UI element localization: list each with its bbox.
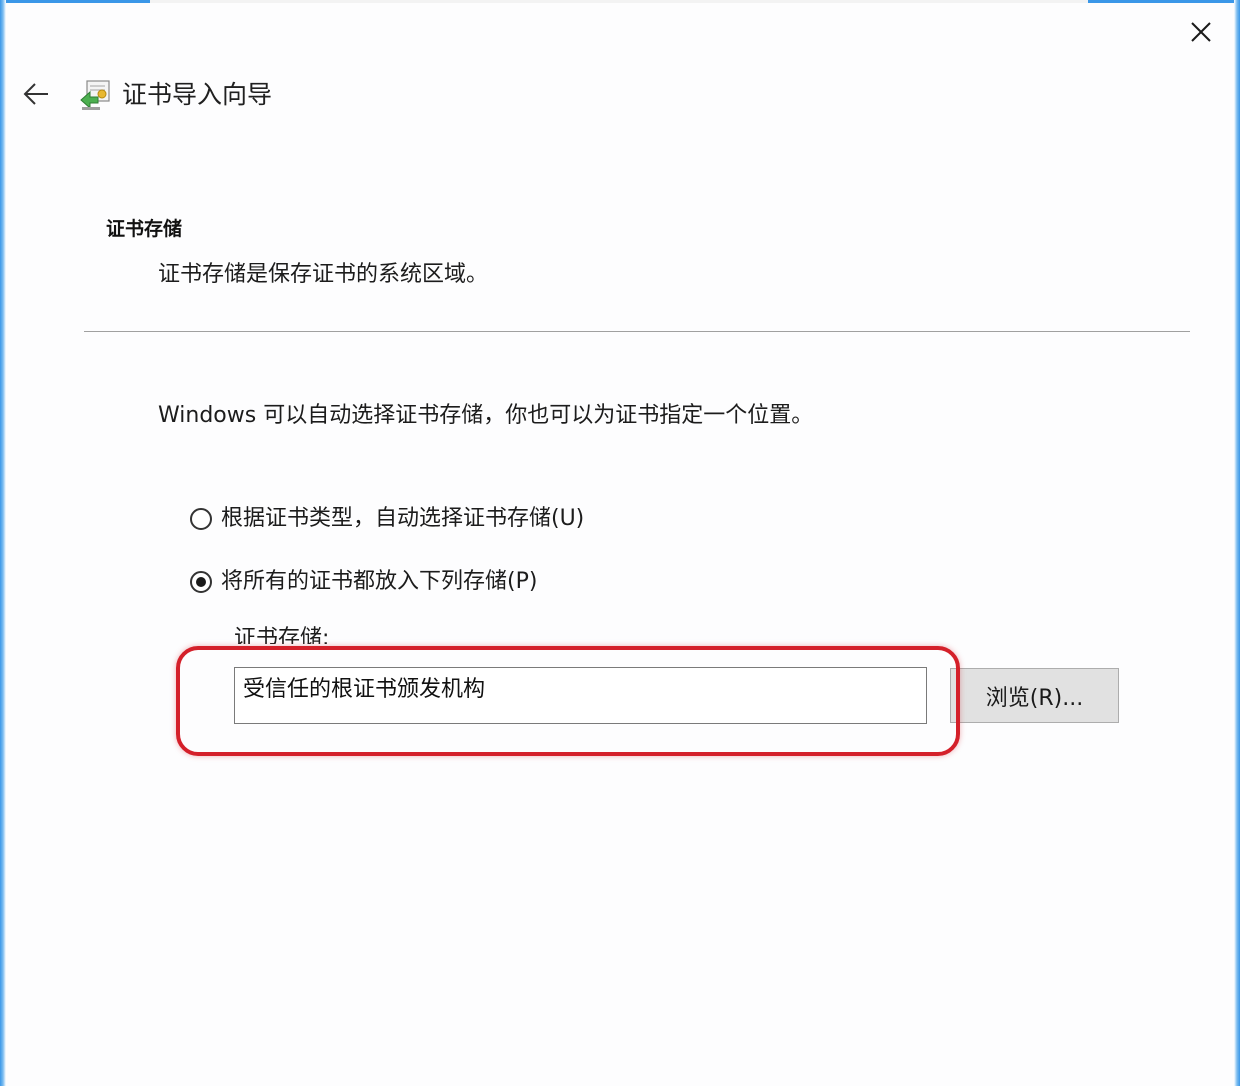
certificate-import-wizard-window: 证书导入向导 证书存储 证书存储是保存证书的系统区域。 Windows 可以自动… <box>0 0 1240 1086</box>
certificate-store-field[interactable]: 受信任的根证书颁发机构 <box>234 667 927 724</box>
intro-text: Windows 可以自动选择证书存储，你也可以为证书指定一个位置。 <box>158 403 814 428</box>
radio-place-in-store[interactable]: 将所有的证书都放入下列存储(P) <box>190 567 537 597</box>
certificate-wizard-icon <box>80 80 110 110</box>
radio-button-unchecked[interactable] <box>190 508 212 530</box>
wizard-title: 证书导入向导 <box>122 80 273 109</box>
close-button[interactable] <box>1178 12 1224 52</box>
certificate-store-label: 证书存储: <box>234 626 330 644</box>
window-frame-top-gap <box>150 0 1088 3</box>
radio-label-place: 将所有的证书都放入下列存储(P) <box>221 569 538 594</box>
close-icon <box>1191 22 1211 42</box>
radio-button-checked[interactable] <box>190 571 212 593</box>
header-divider <box>84 331 1190 332</box>
browse-button[interactable]: 浏览(R)... <box>950 668 1119 723</box>
window-frame-left <box>0 0 6 1086</box>
window-frame-right <box>1234 0 1240 1086</box>
section-title: 证书存储 <box>106 218 183 240</box>
radio-auto-select-store[interactable]: 根据证书类型，自动选择证书存储(U) <box>190 504 584 534</box>
section-description: 证书存储是保存证书的系统区域。 <box>158 262 489 287</box>
radio-label-auto: 根据证书类型，自动选择证书存储(U) <box>221 506 585 531</box>
back-button[interactable] <box>16 74 56 114</box>
arrow-left-icon <box>23 83 48 105</box>
